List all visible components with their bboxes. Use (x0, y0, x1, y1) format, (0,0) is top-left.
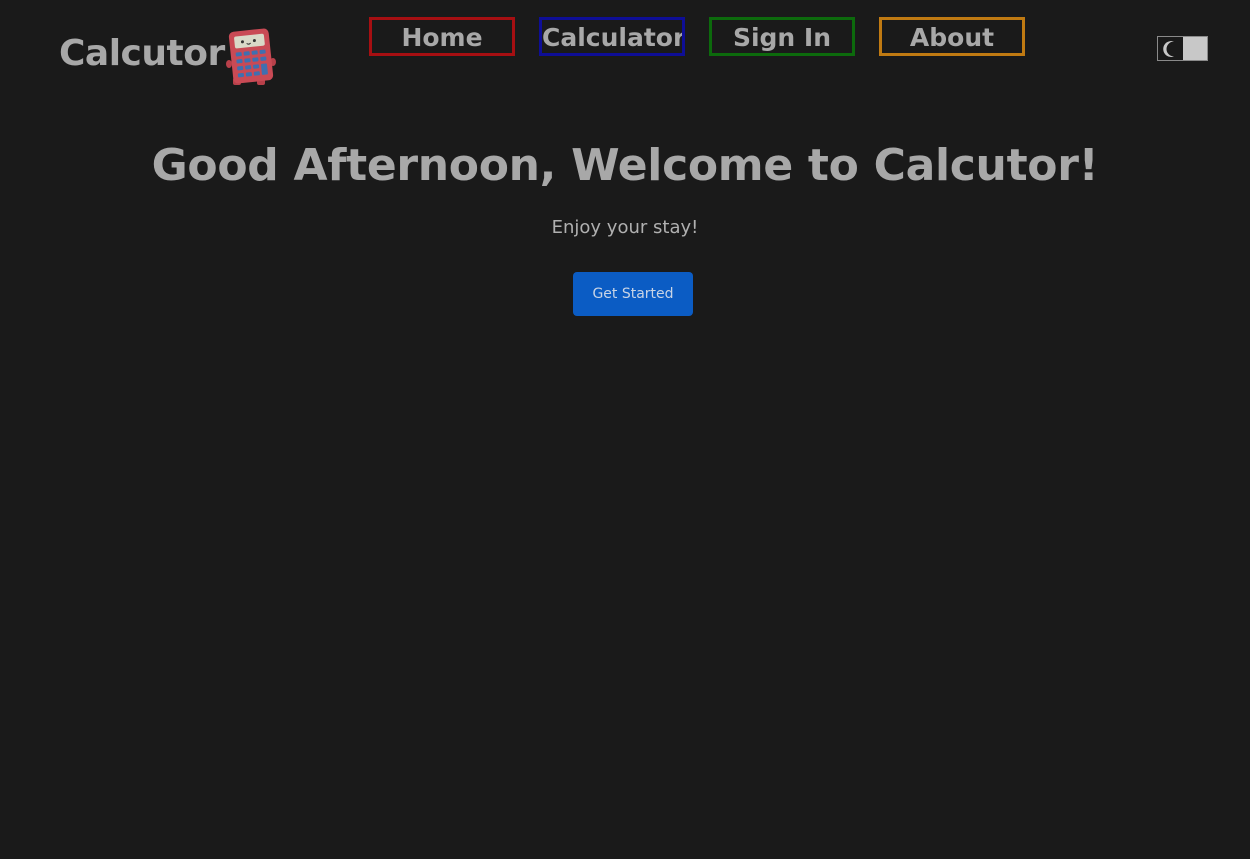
nav-about-button[interactable]: About (879, 17, 1025, 56)
logo[interactable]: Calcutor (59, 26, 277, 86)
theme-toggle[interactable] (1157, 36, 1208, 61)
welcome-heading: Good Afternoon, Welcome to Calcutor! (151, 140, 1099, 191)
nav-home-button[interactable]: Home (369, 17, 515, 56)
logo-text: Calcutor (59, 33, 225, 74)
nav-calculators-button[interactable]: Calculators (539, 17, 685, 56)
calculator-icon (225, 28, 276, 85)
nav-sign-in-button[interactable]: Sign In (709, 17, 855, 56)
get-started-button[interactable]: Get Started (573, 272, 693, 316)
toggle-knob (1158, 37, 1183, 60)
moon-icon (1162, 40, 1174, 57)
welcome-subtitle: Enjoy your stay! (551, 217, 699, 238)
